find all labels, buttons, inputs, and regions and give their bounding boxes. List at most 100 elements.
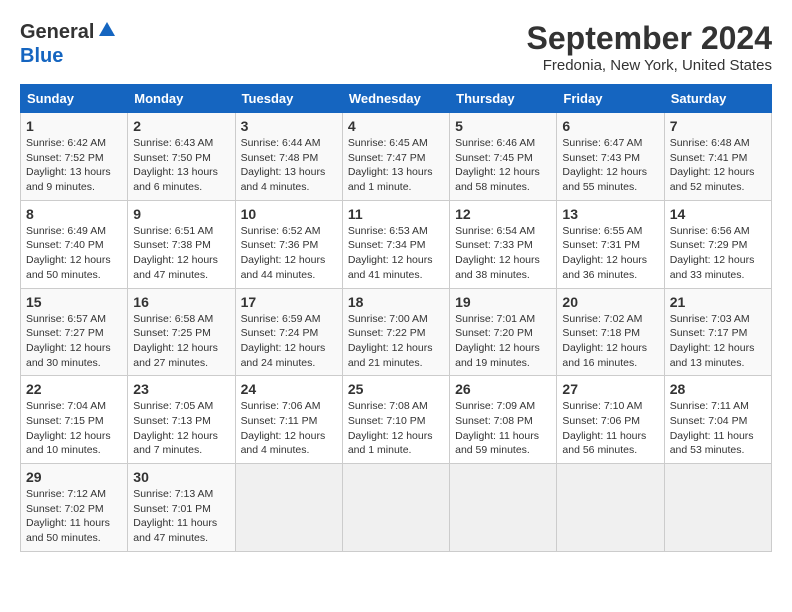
logo: General Blue	[20, 20, 117, 68]
day-info: Sunrise: 7:04 AMSunset: 7:15 PMDaylight:…	[26, 399, 122, 458]
calendar-cell	[235, 464, 342, 552]
calendar-cell: 10Sunrise: 6:52 AMSunset: 7:36 PMDayligh…	[235, 200, 342, 288]
day-info: Sunrise: 6:55 AMSunset: 7:31 PMDaylight:…	[562, 224, 658, 283]
day-number: 26	[455, 381, 551, 397]
day-of-week-header: Thursday	[450, 85, 557, 113]
day-info: Sunrise: 6:47 AMSunset: 7:43 PMDaylight:…	[562, 136, 658, 195]
location-title: Fredonia, New York, United States	[527, 57, 772, 74]
day-info: Sunrise: 7:09 AMSunset: 7:08 PMDaylight:…	[455, 399, 551, 458]
day-number: 20	[562, 294, 658, 310]
day-number: 24	[241, 381, 337, 397]
day-info: Sunrise: 7:08 AMSunset: 7:10 PMDaylight:…	[348, 399, 444, 458]
calendar-cell: 26 Sunrise: 7:09 AMSunset: 7:08 PMDayligh…	[450, 376, 557, 464]
calendar-cell	[664, 464, 771, 552]
header-row: SundayMondayTuesdayWednesdayThursdayFrid…	[21, 85, 772, 113]
calendar-cell: 22 Sunrise: 7:04 AMSunset: 7:15 PMDayligh…	[21, 376, 128, 464]
header: General Blue September 2024 Fredonia, Ne…	[20, 20, 772, 74]
calendar-cell: 7 Sunrise: 6:48 AMSunset: 7:41 PMDaylight…	[664, 113, 771, 201]
calendar-cell	[557, 464, 664, 552]
calendar-cell: 13 Sunrise: 6:55 AMSunset: 7:31 PMDayligh…	[557, 200, 664, 288]
calendar-cell: 27 Sunrise: 7:10 AMSunset: 7:06 PMDayligh…	[557, 376, 664, 464]
day-of-week-header: Wednesday	[342, 85, 449, 113]
calendar-cell: 9 Sunrise: 6:51 AMSunset: 7:38 PMDaylight…	[128, 200, 235, 288]
calendar-cell: 3 Sunrise: 6:44 AMSunset: 7:48 PMDaylight…	[235, 113, 342, 201]
logo-general-text: General	[20, 21, 94, 44]
day-number: 7	[670, 118, 766, 134]
day-info: Sunrise: 6:59 AMSunset: 7:24 PMDaylight:…	[241, 312, 337, 371]
day-number: 14	[670, 206, 766, 222]
day-info: Sunrise: 7:10 AMSunset: 7:06 PMDaylight:…	[562, 399, 658, 458]
day-number: 1	[26, 118, 122, 134]
calendar-cell: 20 Sunrise: 7:02 AMSunset: 7:18 PMDayligh…	[557, 288, 664, 376]
day-info: Sunrise: 7:00 AMSunset: 7:22 PMDaylight:…	[348, 312, 444, 371]
day-number: 11	[348, 206, 444, 222]
calendar-cell: 25 Sunrise: 7:08 AMSunset: 7:10 PMDayligh…	[342, 376, 449, 464]
day-number: 16	[133, 294, 229, 310]
day-number: 30	[133, 469, 229, 485]
day-number: 17	[241, 294, 337, 310]
day-info: Sunrise: 6:53 AMSunset: 7:34 PMDaylight:…	[348, 224, 444, 283]
logo-blue-text: Blue	[20, 45, 63, 67]
calendar-week-row: 1 Sunrise: 6:42 AMSunset: 7:52 PMDaylight…	[21, 113, 772, 201]
calendar-cell	[450, 464, 557, 552]
day-number: 10	[241, 206, 337, 222]
calendar-cell: 21 Sunrise: 7:03 AMSunset: 7:17 PMDayligh…	[664, 288, 771, 376]
day-info: Sunrise: 6:48 AMSunset: 7:41 PMDaylight:…	[670, 136, 766, 195]
calendar-cell: 29Sunrise: 7:12 AMSunset: 7:02 PMDayligh…	[21, 464, 128, 552]
day-number: 25	[348, 381, 444, 397]
day-info: Sunrise: 7:03 AMSunset: 7:17 PMDaylight:…	[670, 312, 766, 371]
day-info: Sunrise: 6:44 AMSunset: 7:48 PMDaylight:…	[241, 136, 337, 195]
day-number: 29	[26, 469, 122, 485]
calendar-cell: 17 Sunrise: 6:59 AMSunset: 7:24 PMDayligh…	[235, 288, 342, 376]
calendar-cell: 14Sunrise: 6:56 AMSunset: 7:29 PMDayligh…	[664, 200, 771, 288]
calendar-cell: 18 Sunrise: 7:00 AMSunset: 7:22 PMDayligh…	[342, 288, 449, 376]
day-number: 3	[241, 118, 337, 134]
day-number: 8	[26, 206, 122, 222]
title-area: September 2024 Fredonia, New York, Unite…	[527, 20, 772, 74]
day-number: 9	[133, 206, 229, 222]
day-info: Sunrise: 6:58 AMSunset: 7:25 PMDaylight:…	[133, 312, 229, 371]
day-info: Sunrise: 6:54 AMSunset: 7:33 PMDaylight:…	[455, 224, 551, 283]
calendar-cell: 12Sunrise: 6:54 AMSunset: 7:33 PMDayligh…	[450, 200, 557, 288]
calendar-week-row: 15 Sunrise: 6:57 AMSunset: 7:27 PMDayligh…	[21, 288, 772, 376]
day-info: Sunrise: 6:42 AMSunset: 7:52 PMDaylight:…	[26, 136, 122, 195]
day-number: 2	[133, 118, 229, 134]
day-info: Sunrise: 7:05 AMSunset: 7:13 PMDaylight:…	[133, 399, 229, 458]
calendar-week-row: 22 Sunrise: 7:04 AMSunset: 7:15 PMDayligh…	[21, 376, 772, 464]
day-info: Sunrise: 6:51 AMSunset: 7:38 PMDaylight:…	[133, 224, 229, 283]
day-number: 28	[670, 381, 766, 397]
day-info: Sunrise: 6:49 AMSunset: 7:40 PMDaylight:…	[26, 224, 122, 283]
day-info: Sunrise: 6:43 AMSunset: 7:50 PMDaylight:…	[133, 136, 229, 195]
calendar-cell: 28 Sunrise: 7:11 AMSunset: 7:04 PMDayligh…	[664, 376, 771, 464]
day-info: Sunrise: 6:57 AMSunset: 7:27 PMDaylight:…	[26, 312, 122, 371]
calendar-week-row: 8 Sunrise: 6:49 AMSunset: 7:40 PMDaylight…	[21, 200, 772, 288]
day-info: Sunrise: 7:06 AMSunset: 7:11 PMDaylight:…	[241, 399, 337, 458]
calendar-cell: 19Sunrise: 7:01 AMSunset: 7:20 PMDayligh…	[450, 288, 557, 376]
day-of-week-header: Monday	[128, 85, 235, 113]
day-of-week-header: Friday	[557, 85, 664, 113]
calendar-cell: 6 Sunrise: 6:47 AMSunset: 7:43 PMDaylight…	[557, 113, 664, 201]
month-title: September 2024	[527, 20, 772, 57]
day-info: Sunrise: 6:45 AMSunset: 7:47 PMDaylight:…	[348, 136, 444, 195]
day-number: 21	[670, 294, 766, 310]
day-number: 15	[26, 294, 122, 310]
calendar-table: SundayMondayTuesdayWednesdayThursdayFrid…	[20, 84, 772, 552]
calendar-cell: 16 Sunrise: 6:58 AMSunset: 7:25 PMDayligh…	[128, 288, 235, 376]
calendar-cell	[342, 464, 449, 552]
calendar-cell: 2 Sunrise: 6:43 AMSunset: 7:50 PMDaylight…	[128, 113, 235, 201]
day-info: Sunrise: 7:02 AMSunset: 7:18 PMDaylight:…	[562, 312, 658, 371]
day-info: Sunrise: 7:11 AMSunset: 7:04 PMDaylight:…	[670, 399, 766, 458]
day-number: 22	[26, 381, 122, 397]
day-number: 13	[562, 206, 658, 222]
calendar-cell: 15 Sunrise: 6:57 AMSunset: 7:27 PMDayligh…	[21, 288, 128, 376]
day-number: 6	[562, 118, 658, 134]
day-number: 18	[348, 294, 444, 310]
day-number: 4	[348, 118, 444, 134]
day-number: 19	[455, 294, 551, 310]
day-number: 27	[562, 381, 658, 397]
logo-icon	[97, 20, 117, 45]
day-of-week-header: Saturday	[664, 85, 771, 113]
calendar-cell: 11 Sunrise: 6:53 AMSunset: 7:34 PMDayligh…	[342, 200, 449, 288]
calendar-cell: 8 Sunrise: 6:49 AMSunset: 7:40 PMDaylight…	[21, 200, 128, 288]
day-number: 23	[133, 381, 229, 397]
